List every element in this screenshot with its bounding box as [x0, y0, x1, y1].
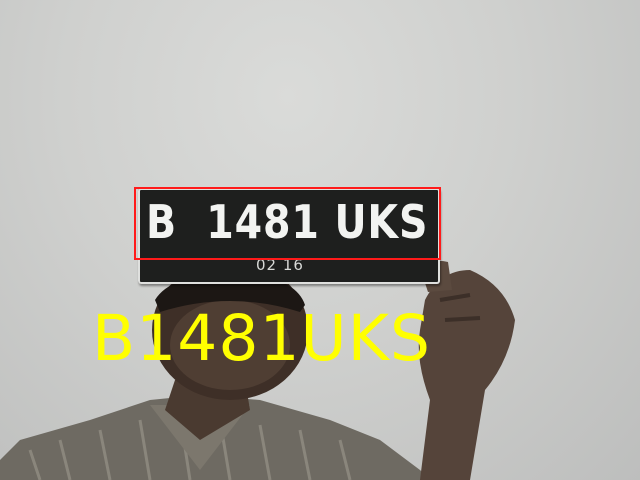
webcam-photo: B 1481 UKS 02 16 B1481UKS — [0, 0, 640, 480]
recognized-plate-text: B1481UKS — [92, 302, 431, 375]
detection-bounding-box — [134, 187, 441, 260]
